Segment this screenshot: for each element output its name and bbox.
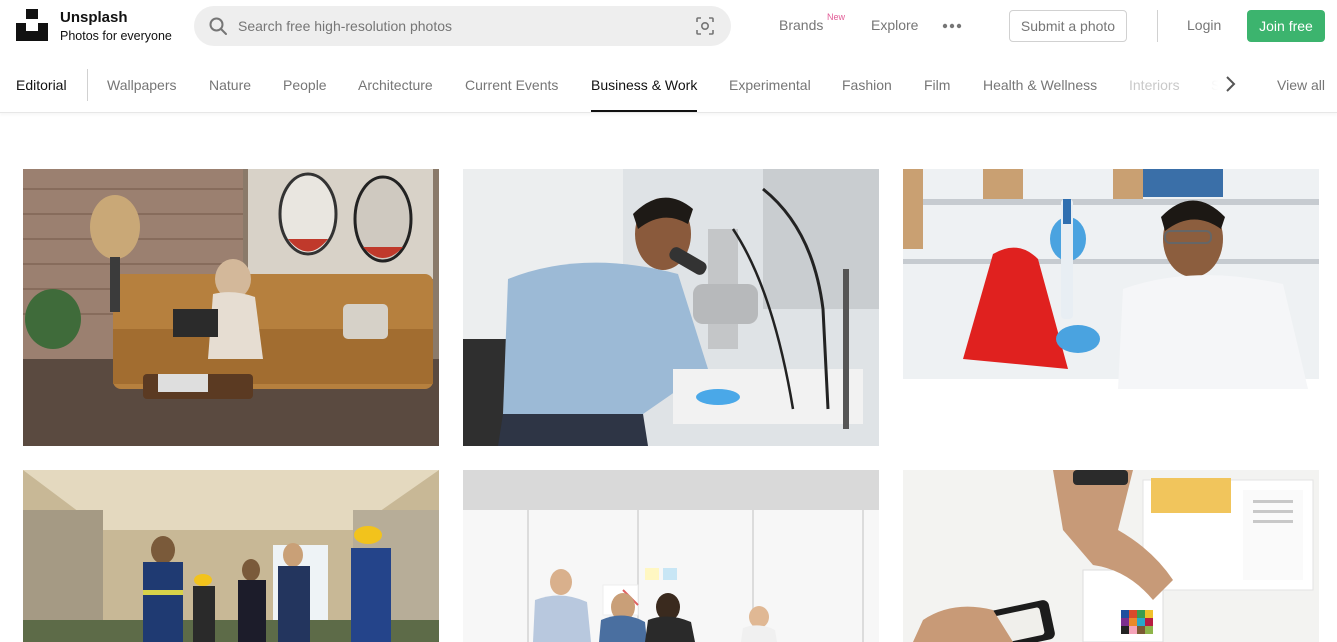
photo-woman-laptop-sofa[interactable] — [23, 169, 439, 446]
brand-name: Unsplash — [60, 9, 128, 26]
topic-nav: Editorial Wallpapers Nature People Archi… — [0, 56, 1337, 113]
search-icon[interactable] — [208, 16, 228, 36]
login-link[interactable]: Login — [1187, 17, 1221, 33]
nav-brands[interactable]: Brands — [779, 17, 823, 33]
brand-block[interactable]: Unsplash Photos for everyone — [60, 10, 172, 44]
topic-experimental[interactable]: Experimental — [729, 77, 811, 93]
submit-photo-button[interactable]: Submit a photo — [1009, 10, 1127, 42]
chevron-right-icon[interactable] — [1220, 74, 1240, 94]
active-topic-underline — [591, 110, 697, 112]
topic-wallpapers[interactable]: Wallpapers — [107, 77, 177, 93]
photo-workers-hard-hats[interactable] — [23, 470, 439, 642]
topic-nature[interactable]: Nature — [209, 77, 251, 93]
brand-tagline: Photos for everyone — [60, 29, 172, 43]
topic-health-wellness[interactable]: Health & Wellness — [983, 77, 1097, 93]
more-options-icon[interactable] — [941, 16, 963, 36]
photo-team-whiteboard[interactable] — [463, 470, 879, 642]
view-all-link[interactable]: View all — [1277, 77, 1325, 93]
topic-interiors[interactable]: Interiors — [1129, 77, 1180, 93]
topic-business-work[interactable]: Business & Work — [591, 77, 697, 93]
join-free-button[interactable]: Join free — [1247, 10, 1325, 42]
visual-search-icon[interactable] — [695, 16, 715, 36]
topic-current-events[interactable]: Current Events — [465, 77, 558, 93]
topic-people[interactable]: People — [283, 77, 327, 93]
photo-hands-phone-swatches[interactable] — [903, 470, 1319, 642]
topic-separator — [87, 69, 88, 101]
topic-film[interactable]: Film — [924, 77, 950, 93]
photo-man-microscope[interactable] — [463, 169, 879, 446]
topic-fashion[interactable]: Fashion — [842, 77, 892, 93]
search-bar — [194, 6, 731, 46]
unsplash-logo-icon[interactable] — [16, 9, 48, 41]
topic-editorial[interactable]: Editorial — [16, 77, 67, 93]
topic-architecture[interactable]: Architecture — [358, 77, 433, 93]
search-input[interactable] — [238, 6, 678, 46]
photo-scientist-pipette[interactable] — [903, 169, 1319, 446]
nav-explore[interactable]: Explore — [871, 17, 918, 33]
header-divider — [1157, 10, 1158, 42]
new-badge: New — [827, 12, 846, 22]
top-header: Unsplash Photos for everyone Brands New … — [0, 0, 1337, 52]
